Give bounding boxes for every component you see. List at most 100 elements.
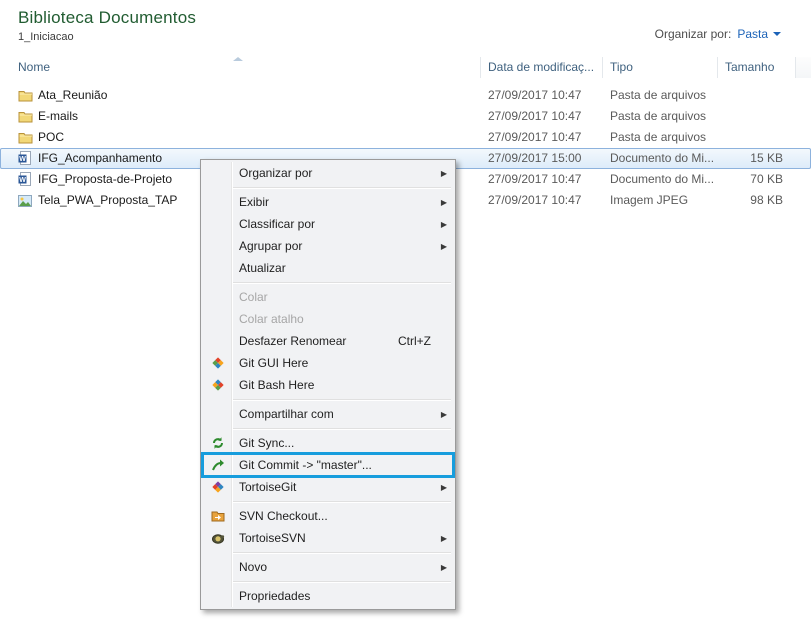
- menu-item-label: TortoiseGit: [231, 480, 435, 494]
- file-type: Pasta de arquivos: [603, 106, 718, 127]
- file-name: IFG_Proposta-de-Projeto: [38, 169, 172, 190]
- tortoisegit-icon: [205, 480, 231, 494]
- menu-item-label: SVN Checkout...: [231, 509, 447, 523]
- folder-icon: [17, 109, 33, 125]
- file-size: 70 KB: [718, 169, 796, 190]
- file-row-filler: [796, 85, 811, 106]
- submenu-arrow-icon: ▶: [435, 410, 447, 419]
- menu-item-propriedades[interactable]: Propriedades: [203, 585, 453, 607]
- submenu-arrow-icon: ▶: [435, 169, 447, 178]
- library-titles: Biblioteca Documentos 1_Iniciacao: [18, 8, 196, 49]
- svn-checkout-icon: [205, 509, 231, 523]
- file-name-cell: POC: [0, 127, 481, 148]
- file-type: Documento do Mi...: [603, 148, 718, 169]
- submenu-arrow-icon: ▶: [435, 242, 447, 251]
- menu-separator: [233, 399, 451, 400]
- submenu-arrow-icon: ▶: [435, 220, 447, 229]
- menu-item-compartilhar-com[interactable]: Compartilhar com▶: [203, 403, 453, 425]
- file-date: 27/09/2017 10:47: [481, 106, 603, 127]
- file-size: 98 KB: [718, 190, 796, 211]
- menu-item-desfazer-renomear[interactable]: Desfazer RenomearCtrl+Z: [203, 330, 453, 352]
- svg-text:W: W: [19, 156, 26, 163]
- file-size: [718, 106, 796, 127]
- menu-item-label: Organizar por: [231, 166, 435, 180]
- column-header-type[interactable]: Tipo: [603, 57, 718, 78]
- menu-item-label: Atualizar: [231, 261, 447, 275]
- word-icon: W: [17, 151, 33, 167]
- menu-item-git-commit-master[interactable]: Git Commit -> "master"...: [203, 454, 453, 476]
- organize-by-value[interactable]: Pasta: [737, 27, 768, 41]
- menu-item-organizar-por[interactable]: Organizar por▶: [203, 162, 453, 184]
- column-header-filler: [796, 57, 811, 78]
- menu-item-atualizar[interactable]: Atualizar: [203, 257, 453, 279]
- column-header-size[interactable]: Tamanho: [718, 57, 796, 78]
- menu-item-label: Git Sync...: [231, 436, 447, 450]
- folder-icon: [17, 130, 33, 146]
- file-name: POC: [38, 127, 64, 148]
- menu-separator: [233, 501, 451, 502]
- explorer-window: Biblioteca Documentos 1_Iniciacao Organi…: [0, 0, 811, 619]
- file-date: 27/09/2017 10:47: [481, 127, 603, 148]
- file-row-filler: [796, 106, 811, 127]
- file-name: E-mails: [38, 106, 78, 127]
- git-gui-icon: [205, 356, 231, 370]
- menu-item-tortoisegit[interactable]: TortoiseGit▶: [203, 476, 453, 498]
- menu-item-colar: Colar: [203, 286, 453, 308]
- menu-separator: [233, 581, 451, 582]
- image-icon: [17, 193, 33, 209]
- menu-item-label: Colar: [231, 290, 447, 304]
- tortoisesvn-icon: [205, 531, 231, 545]
- file-date: 27/09/2017 15:00: [481, 148, 603, 169]
- menu-separator: [233, 282, 451, 283]
- organize-by-control[interactable]: Organizar por: Pasta: [655, 18, 781, 49]
- breadcrumb-folder: 1_Iniciacao: [18, 31, 196, 43]
- file-name: Ata_Reunião: [38, 85, 107, 106]
- menu-item-git-gui-here[interactable]: Git GUI Here: [203, 352, 453, 374]
- menu-item-git-bash-here[interactable]: Git Bash Here: [203, 374, 453, 396]
- menu-separator: [233, 187, 451, 188]
- file-size: [718, 85, 796, 106]
- column-header-name[interactable]: Nome: [0, 57, 481, 78]
- menu-item-label: Propriedades: [231, 589, 447, 603]
- menu-item-label: Git GUI Here: [231, 356, 447, 370]
- menu-item-classificar-por[interactable]: Classificar por▶: [203, 213, 453, 235]
- menu-item-label: TortoiseSVN: [231, 531, 435, 545]
- menu-item-tortoisesvn[interactable]: TortoiseSVN▶: [203, 527, 453, 549]
- sort-ascending-icon: [233, 57, 243, 61]
- file-type: Pasta de arquivos: [603, 127, 718, 148]
- file-row-ata-reuni-o[interactable]: Ata_Reunião 27/09/2017 10:47Pasta de arqu…: [0, 85, 811, 106]
- file-size: 15 KB: [718, 148, 796, 169]
- file-row-filler: [796, 148, 811, 169]
- menu-item-colar-atalho: Colar atalho: [203, 308, 453, 330]
- menu-separator: [233, 428, 451, 429]
- column-header-date[interactable]: Data de modificaç...: [481, 57, 603, 78]
- submenu-arrow-icon: ▶: [435, 563, 447, 572]
- git-commit-icon: [205, 458, 231, 472]
- menu-item-agrupar-por[interactable]: Agrupar por▶: [203, 235, 453, 257]
- file-row-e-mails[interactable]: E-mails 27/09/2017 10:47Pasta de arquivos: [0, 106, 811, 127]
- menu-item-label: Desfazer Renomear: [231, 334, 398, 348]
- menu-item-label: Git Bash Here: [231, 378, 447, 392]
- file-row-filler: [796, 169, 811, 190]
- file-date: 27/09/2017 10:47: [481, 169, 603, 190]
- menu-item-novo[interactable]: Novo▶: [203, 556, 453, 578]
- git-bash-icon: [205, 378, 231, 392]
- svg-text:W: W: [19, 177, 26, 184]
- file-row-filler: [796, 190, 811, 211]
- submenu-arrow-icon: ▶: [435, 198, 447, 207]
- organize-by-label: Organizar por:: [655, 27, 732, 41]
- menu-item-exibir[interactable]: Exibir▶: [203, 191, 453, 213]
- word-icon: W: [17, 172, 33, 188]
- menu-item-label: Classificar por: [231, 217, 435, 231]
- page-title: Biblioteca Documentos: [18, 8, 196, 28]
- menu-item-git-sync[interactable]: Git Sync...: [203, 432, 453, 454]
- menu-item-label: Compartilhar com: [231, 407, 435, 421]
- file-type: Documento do Mi...: [603, 169, 718, 190]
- menu-item-svn-checkout[interactable]: SVN Checkout...: [203, 505, 453, 527]
- file-date: 27/09/2017 10:47: [481, 85, 603, 106]
- file-row-poc[interactable]: POC 27/09/2017 10:47Pasta de arquivos: [0, 127, 811, 148]
- file-name-cell: Ata_Reunião: [0, 85, 481, 106]
- file-type: Pasta de arquivos: [603, 85, 718, 106]
- chevron-down-icon: [773, 32, 781, 36]
- menu-item-label: Novo: [231, 560, 435, 574]
